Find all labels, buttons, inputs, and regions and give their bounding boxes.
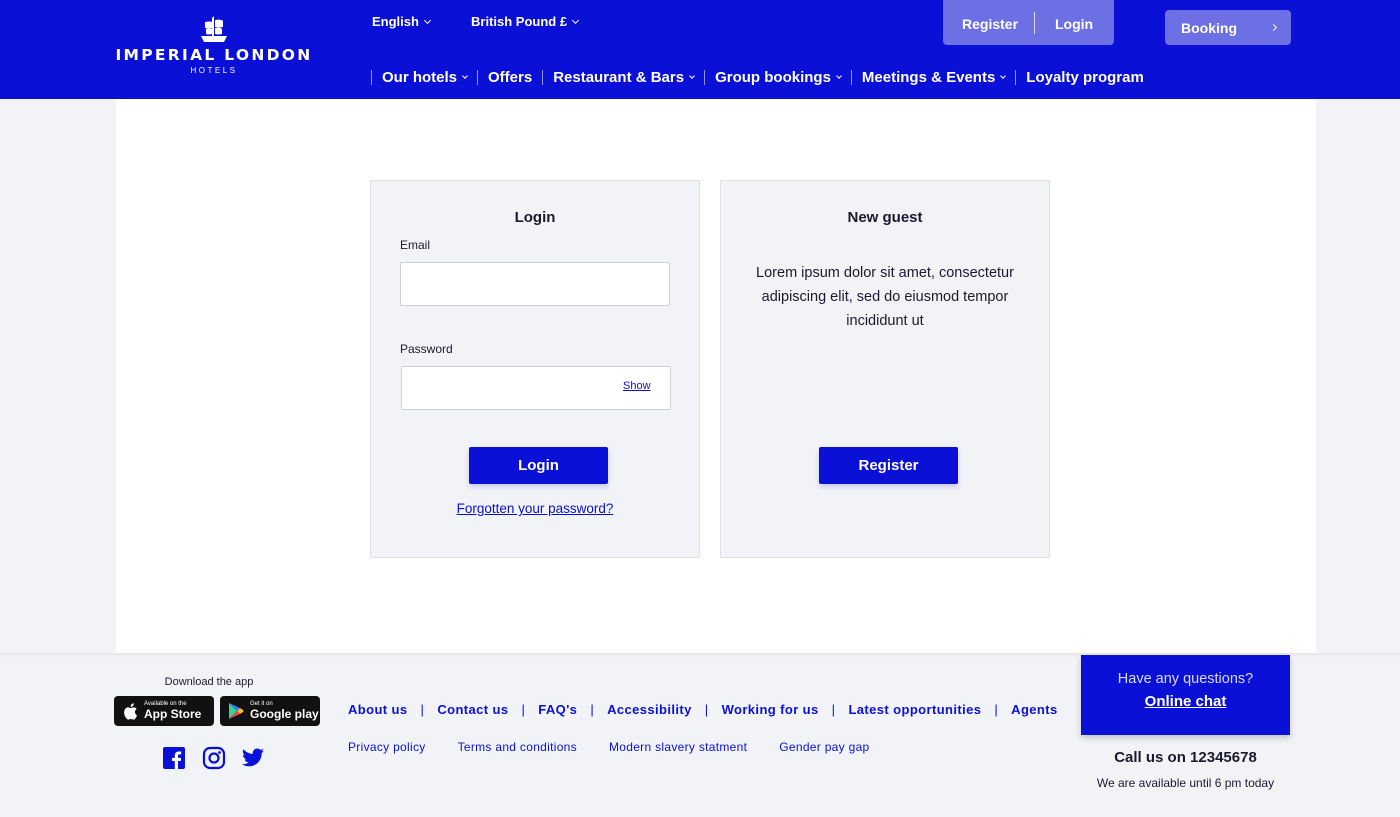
nav-label: Offers (488, 68, 533, 86)
booking-label: Booking (1181, 20, 1237, 36)
google-play-icon (229, 703, 244, 719)
chevron-right-icon (1269, 23, 1278, 32)
footer-faqs[interactable]: FAQ's (538, 702, 577, 717)
nav-restaurant-bars[interactable]: Restaurant & Bars (542, 68, 704, 86)
apple-icon (124, 702, 137, 720)
currency-select[interactable]: British Pound £ (471, 14, 580, 29)
header-login-link[interactable]: Login (1055, 16, 1093, 32)
forgot-password-link[interactable]: Forgotten your password? (371, 501, 699, 516)
chevron-down-icon (462, 72, 468, 79)
modern-slavery-link[interactable]: Modern slavery statment (609, 740, 747, 754)
nav-meetings-events[interactable]: Meetings & Events (850, 68, 1015, 86)
call-us: Call us on 12345678 (1114, 749, 1257, 766)
brand-name: IMPERIAL LONDON (115, 46, 313, 64)
language-label: English (372, 14, 419, 29)
brand-logo[interactable]: IMPERIAL LONDON HOTELS (114, 16, 314, 80)
chevron-down-icon (836, 72, 842, 79)
divider (1034, 12, 1035, 34)
footer-links: About us | Contact us | FAQ's | Accessib… (348, 702, 1058, 717)
nav-group-bookings[interactable]: Group bookings (704, 68, 851, 86)
footer-latest-opportunities[interactable]: Latest opportunities (848, 702, 981, 717)
chevron-down-icon (689, 72, 695, 79)
google-play-big: Google play (250, 707, 319, 721)
legal-links: Privacy policy Terms and conditions Mode… (348, 740, 902, 754)
google-play-badge[interactable]: Get it on Google play (220, 696, 320, 726)
twitter-icon[interactable] (241, 746, 265, 770)
app-store-big: App Store (144, 707, 202, 721)
login-card: Login Email Password Show Login Forgotte… (370, 180, 700, 558)
terms-link[interactable]: Terms and conditions (458, 740, 577, 754)
footer-agents[interactable]: Agents (1011, 702, 1057, 717)
nav-label: Restaurant & Bars (553, 68, 685, 86)
header-register-link[interactable]: Register (962, 16, 1018, 32)
footer-accessibility[interactable]: Accessibility (607, 702, 692, 717)
nav-label: Loyalty program (1026, 68, 1144, 86)
chat-question: Have any questions? (1117, 671, 1254, 687)
chevron-down-icon (1000, 72, 1007, 79)
login-button[interactable]: Login (469, 447, 608, 484)
app-store-badge[interactable]: Available on the App Store (114, 696, 214, 726)
footer-contact-us[interactable]: Contact us (437, 702, 508, 717)
nav-label: Our hotels (382, 68, 458, 86)
footer-about-us[interactable]: About us (348, 702, 408, 717)
email-field[interactable] (400, 262, 670, 306)
ship-logo-icon (201, 16, 227, 42)
download-app-label: Download the app (164, 676, 254, 688)
site-header: IMPERIAL LONDON HOTELS English British P… (0, 0, 1400, 99)
nav-label: Group bookings (715, 68, 831, 86)
availability-text: We are available until 6 pm today (1096, 776, 1275, 790)
new-guest-title: New guest (847, 209, 923, 226)
nav-our-hotels[interactable]: Our hotels (371, 68, 477, 86)
chevron-down-icon (423, 16, 431, 24)
login-title: Login (514, 209, 556, 226)
currency-label: British Pound £ (471, 14, 568, 29)
gender-pay-gap-link[interactable]: Gender pay gap (779, 740, 869, 754)
nav-loyalty-program[interactable]: Loyalty program (1015, 68, 1154, 86)
language-select[interactable]: English (372, 14, 431, 29)
booking-button[interactable]: Booking (1165, 10, 1291, 45)
instagram-icon[interactable] (202, 746, 226, 770)
account-box: Register Login (943, 0, 1114, 45)
password-label: Password (400, 342, 453, 356)
show-password-link[interactable]: Show (623, 380, 651, 392)
online-chat-link[interactable]: Online chat (1145, 693, 1227, 710)
new-guest-card: New guest Lorem ipsum dolor sit amet, co… (720, 180, 1050, 558)
new-guest-text: Lorem ipsum dolor sit amet, consectetur … (756, 265, 1014, 329)
main-nav: Our hotels Offers Restaurant & Bars Grou… (371, 68, 1154, 86)
footer-working-for-us[interactable]: Working for us (722, 702, 819, 717)
main-content (116, 99, 1316, 655)
privacy-policy-link[interactable]: Privacy policy (348, 740, 426, 754)
chat-box: Have any questions? Online chat (1081, 655, 1290, 735)
facebook-icon[interactable] (162, 746, 186, 770)
brand-sub: HOTELS (190, 66, 238, 75)
register-button[interactable]: Register (819, 447, 958, 484)
nav-label: Meetings & Events (861, 68, 996, 86)
nav-offers[interactable]: Offers (477, 68, 542, 86)
chevron-down-icon (572, 16, 580, 24)
email-label: Email (400, 238, 431, 252)
